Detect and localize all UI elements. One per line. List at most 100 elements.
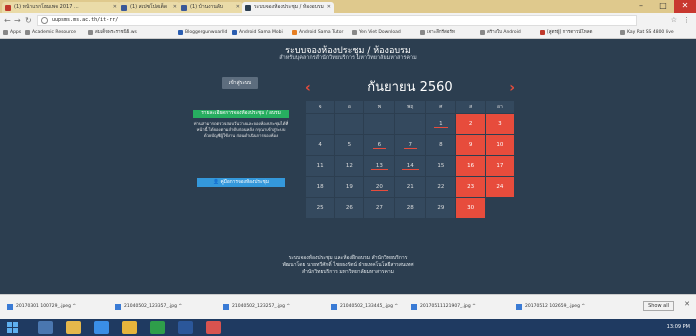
tab-favicon-icon xyxy=(5,5,11,11)
calendar-day-number: 30 xyxy=(467,205,475,211)
browser-tab-active[interactable]: ระบบจองห้องประชุม / ห้องอบรม ✕ xyxy=(242,2,334,13)
minimize-icon[interactable]: – xyxy=(630,0,652,13)
reload-icon[interactable]: ↻ xyxy=(25,15,32,26)
bookmark-item[interactable]: [สูตรผู้] การดาวน์โหลด xyxy=(540,28,592,38)
bookmark-item[interactable]: Apps xyxy=(3,28,21,38)
maximize-icon[interactable]: □ xyxy=(652,0,674,13)
address-bar: ← → ↻ uupsms.ms.ac.th/it-rr/ ☆ ⋮ xyxy=(0,13,696,28)
forward-icon[interactable]: → xyxy=(14,15,21,26)
calendar-week-row: 18 19 20 21 22 23 24 xyxy=(304,176,516,198)
calendar-day-number: 22 xyxy=(437,184,445,190)
calendar-day-number: 25 xyxy=(316,205,324,211)
footer-line: พัฒนาโดย นายทวีศักดิ์ ไชยธงรัตน์ ฝ่ายเทค… xyxy=(282,262,414,268)
show-all-button[interactable]: Show all xyxy=(643,301,674,311)
calendar-empty-cell xyxy=(484,197,516,219)
pdf-icon[interactable] xyxy=(206,321,221,334)
folder-icon[interactable] xyxy=(66,321,81,334)
calendar-day-cell[interactable]: 15 xyxy=(425,155,457,177)
media-icon[interactable] xyxy=(94,321,109,334)
calendar-day-cell[interactable]: 10 xyxy=(484,134,516,156)
word-icon[interactable] xyxy=(178,321,193,334)
booking-details-button[interactable]: รายละเอียดการจองห้องประชุม / อบรม xyxy=(193,110,289,118)
calendar-day-cell[interactable]: 28 xyxy=(394,197,427,219)
bookmark-item[interactable]: สมเด็จพระราชนิธิ.ws xyxy=(88,28,137,38)
calendar-day-cell[interactable]: 7 xyxy=(394,134,427,156)
calendar-day-cell[interactable]: 5 xyxy=(334,134,365,156)
next-month-icon[interactable]: › xyxy=(509,79,515,97)
calendar-week-row: 11 12 13 14 15 16 17 xyxy=(304,155,516,177)
tab-close-icon[interactable]: ✕ xyxy=(236,2,240,13)
weekday-label: พฤ xyxy=(394,100,427,114)
bookmark-item[interactable]: Bloggergunwoarlld xyxy=(178,28,227,38)
calendar-day-cell[interactable]: 13 xyxy=(363,155,396,177)
calendar-day-cell[interactable]: 30 xyxy=(455,197,486,219)
windows-start-icon[interactable] xyxy=(4,322,22,333)
calendar-day-cell[interactable]: 17 xyxy=(484,155,516,177)
weekday-label: ส xyxy=(455,100,486,114)
bookmark-item[interactable]: Kay Rat SS 4800 live xyxy=(620,28,674,38)
calendar-day-cell[interactable]: 26 xyxy=(334,197,365,219)
browser-tab-2[interactable]: (1) สเปซโปสเต็ด ✕ xyxy=(118,2,180,13)
tab-close-icon[interactable]: ✕ xyxy=(113,2,117,13)
calendar-day-cell[interactable]: 24 xyxy=(484,176,516,198)
calendar-day-cell[interactable]: 1 xyxy=(425,113,457,135)
calendar-day-cell[interactable]: 19 xyxy=(334,176,365,198)
taskbar: 13:09 PM xyxy=(0,319,696,336)
manual-button[interactable]: 👤 คู่มือการจองห้องประชุม xyxy=(197,178,285,187)
calendar-day-cell[interactable]: 21 xyxy=(394,176,427,198)
calendar-day-number: 5 xyxy=(347,142,352,148)
calendar-day-cell[interactable]: 4 xyxy=(304,134,336,156)
tab-favicon-icon xyxy=(245,5,251,11)
calendar-day-cell[interactable]: 8 xyxy=(425,134,457,156)
download-item[interactable]: 21040502_123257_.jpg ^ xyxy=(222,299,290,315)
browser-tab-3[interactable]: (1) บ้านงานลับ ✕ xyxy=(178,2,243,13)
shelf-close-icon[interactable]: ✕ xyxy=(684,300,690,308)
login-button[interactable]: เข้าสู่ระบบ xyxy=(222,77,258,89)
calendar-day-cell[interactable]: 27 xyxy=(363,197,396,219)
browser-tab-1[interactable]: (1) หน้าแรกโฮมเพจ 2017 ... ✕ xyxy=(2,2,120,13)
star-icon[interactable]: ☆ xyxy=(671,15,677,26)
file-icon xyxy=(115,304,121,310)
calendar-day-cell[interactable]: 29 xyxy=(425,197,457,219)
bookmark-item[interactable]: Android Sama Tutor xyxy=(292,28,343,38)
calendar-day-cell[interactable]: 2 xyxy=(455,113,486,135)
bookmark-item[interactable]: Yen Viet Download xyxy=(352,28,401,38)
calendar-day-cell[interactable]: 23 xyxy=(455,176,486,198)
back-icon[interactable]: ← xyxy=(4,15,11,26)
calendar-day-number: 28 xyxy=(406,205,414,211)
bookmark-item[interactable]: Android Sama Mobi xyxy=(232,28,283,38)
weekday-label: อ xyxy=(334,100,365,114)
url-input[interactable]: uupsms.ms.ac.th/it-rr/ xyxy=(37,15,637,26)
calendar-day-cell[interactable]: 22 xyxy=(425,176,457,198)
download-item[interactable]: 21040502_123357_.jpg ^ xyxy=(114,299,182,315)
tab-close-icon[interactable]: ✕ xyxy=(173,2,177,13)
calendar-day-cell[interactable]: 20 xyxy=(363,176,396,198)
download-item[interactable]: 21040502_133445_.jpg ^ xyxy=(330,299,398,315)
bookmark-item[interactable]: Academic Resource xyxy=(25,28,76,38)
window-close-icon[interactable]: ✕ xyxy=(674,0,696,13)
calendar-day-cell[interactable]: 14 xyxy=(394,155,427,177)
calendar-day-cell[interactable]: 3 xyxy=(484,113,516,135)
download-item[interactable]: 20170512 102659_.jpeg ^ xyxy=(515,299,585,315)
ie-icon[interactable] xyxy=(38,321,53,334)
site-info-icon[interactable] xyxy=(41,17,48,24)
page-body: ระบบจองห้องประชุม / ห้องอบรม สำหรับบุคลา… xyxy=(0,39,696,294)
calendar-day-cell[interactable]: 12 xyxy=(334,155,365,177)
calendar-day-number: 13 xyxy=(370,163,388,170)
calendar-day-cell[interactable]: 9 xyxy=(455,134,486,156)
calendar-day-cell[interactable]: 16 xyxy=(455,155,486,177)
calendar-day-cell[interactable]: 11 xyxy=(304,155,336,177)
calendar-empty-cell xyxy=(363,113,396,135)
calendar-day-cell[interactable]: 18 xyxy=(304,176,336,198)
bookmark-item[interactable]: สร้างใบ Android xyxy=(480,28,521,38)
tab-close-icon[interactable]: ✕ xyxy=(327,2,331,13)
app-icon[interactable] xyxy=(150,321,165,334)
bookmarks-bar: Apps Academic Resource สมเด็จพระราชนิธิ.… xyxy=(0,28,696,39)
chrome-icon[interactable] xyxy=(122,321,137,334)
calendar-day-cell[interactable]: 25 xyxy=(304,197,336,219)
calendar-day-cell[interactable]: 6 xyxy=(363,134,396,156)
download-item[interactable]: 20170301 100729_.jpeg ^ xyxy=(6,299,76,315)
menu-icon[interactable]: ⋮ xyxy=(683,15,690,26)
bookmark-item[interactable]: เจาะลึกรีสอร์ท xyxy=(420,28,455,38)
download-item[interactable]: 20170511121907_.jpg ^ xyxy=(410,299,476,315)
